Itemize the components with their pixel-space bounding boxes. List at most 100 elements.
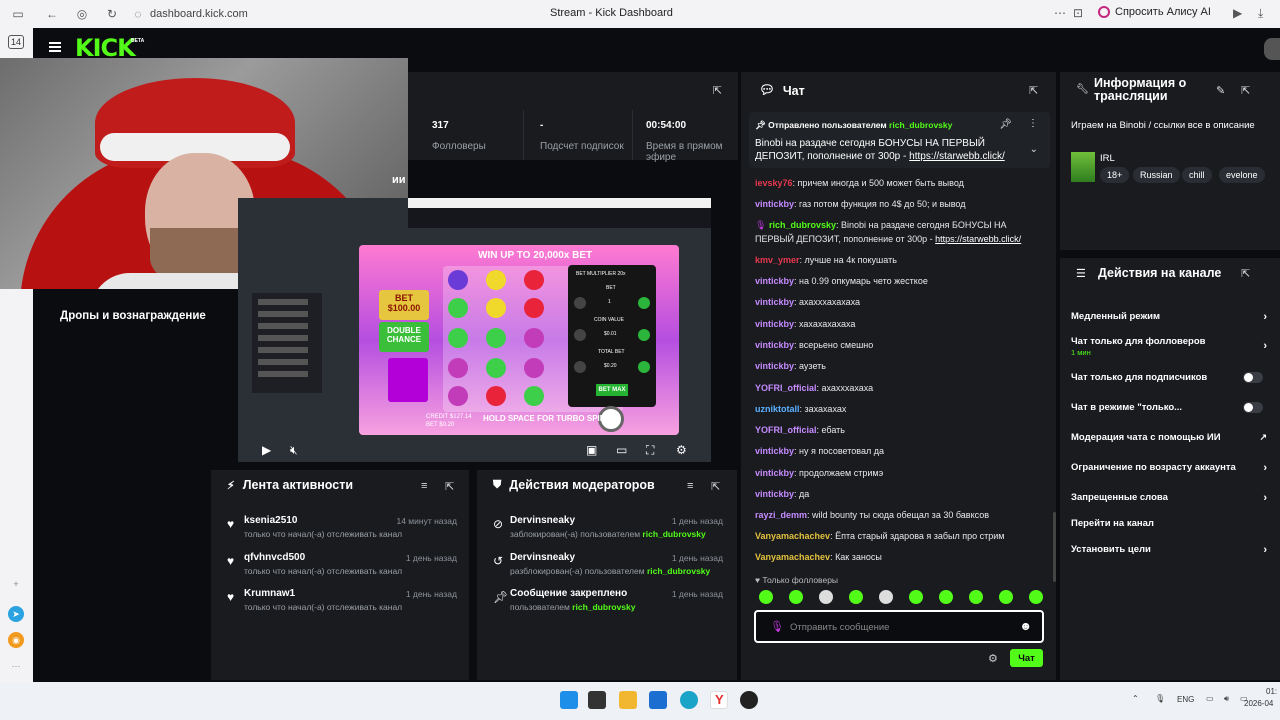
tray-chevron-icon[interactable]: ⌃ [1132, 694, 1139, 703]
emote-icon[interactable] [759, 590, 773, 604]
tag[interactable]: Russian [1133, 167, 1180, 183]
category-thumbnail[interactable] [1071, 152, 1095, 182]
clock-time[interactable]: 01: [1266, 687, 1277, 696]
language-indicator[interactable]: ENG [1177, 695, 1194, 704]
drops-label[interactable]: Дропы и вознаграждение [60, 310, 206, 322]
chat-username[interactable]: vintickby [755, 199, 794, 209]
chat-username[interactable]: vintickby [755, 297, 794, 307]
chat-username[interactable]: vintickby [755, 489, 794, 499]
chat-username[interactable]: YOFRI_official [755, 425, 817, 435]
clock-date[interactable]: 2026-04 [1244, 699, 1273, 708]
more-icon[interactable]: ⋮ [1028, 118, 1038, 129]
emote-icon[interactable] [909, 590, 923, 604]
emoji-icon[interactable]: ☻ [1019, 619, 1032, 633]
emote-icon[interactable] [1029, 590, 1043, 604]
stream-preview[interactable]: WIN UP TO 20,000x BET BET $100.00 DOUBLE… [238, 198, 711, 462]
emote-icon[interactable] [789, 590, 803, 604]
expand-icon[interactable]: ⇱ [1029, 84, 1038, 97]
emote-icon[interactable] [939, 590, 953, 604]
emote-icon[interactable] [879, 590, 893, 604]
chat-username[interactable]: vintickby [755, 446, 794, 456]
theater-icon[interactable]: ▭ [616, 443, 627, 457]
chat-username[interactable]: ievsky76 [755, 178, 793, 188]
chat-username[interactable]: uzniktotall [755, 404, 800, 414]
volume-icon[interactable]: 🔊︎ [1224, 694, 1229, 704]
chat-username[interactable]: rayzi_demm [755, 510, 807, 520]
subs-only-toggle[interactable] [1243, 372, 1263, 383]
avatar[interactable] [1264, 38, 1280, 60]
start-icon[interactable] [560, 691, 578, 709]
slow-mode-item[interactable]: Медленный режим › [1071, 311, 1267, 323]
menu-icon[interactable] [49, 42, 61, 52]
unpin-icon[interactable]: 📌︎ [999, 119, 1012, 130]
edge-icon[interactable] [680, 691, 698, 709]
bookmark-icon[interactable]: ⊡ [1073, 6, 1083, 20]
mod-target-name[interactable]: Dervinsneaky [510, 515, 575, 526]
expand-icon[interactable]: ⇱ [445, 480, 454, 493]
telegram-icon[interactable]: ➤ [8, 606, 24, 622]
expand-icon[interactable]: ⇱ [711, 480, 720, 493]
back-icon[interactable]: ← [44, 7, 60, 21]
gear-icon[interactable]: ⚙ [676, 443, 687, 457]
chat-username[interactable]: Vanyamachachev [755, 552, 830, 562]
chat-scrollbar[interactable] [1053, 512, 1056, 582]
tabs-icon[interactable]: ▭ [10, 7, 26, 21]
more-icon[interactable]: ⋯ [1054, 6, 1066, 20]
network-icon[interactable]: ▭ [1206, 694, 1214, 703]
emote-icon[interactable] [849, 590, 863, 604]
fullscreen-icon[interactable]: ⛶ [646, 443, 654, 458]
reload-icon[interactable]: ↻ [104, 7, 120, 21]
moderator-name[interactable]: rich_dubrovsky [642, 529, 705, 539]
chat-username[interactable]: vintickby [755, 340, 794, 350]
tag[interactable]: evelone [1219, 167, 1265, 183]
download-icon[interactable]: ⤓ [1258, 6, 1263, 21]
ask-alice-button[interactable]: Спросить Алису AI [1098, 6, 1211, 18]
account-age-item[interactable]: Ограничение по возрасту аккаунта › [1071, 462, 1267, 474]
mic-icon[interactable]: 🎙︎ [1155, 694, 1165, 703]
play-icon[interactable]: ▶ [262, 443, 271, 457]
pip-icon[interactable]: ▣ [586, 443, 597, 457]
follower-name[interactable]: ksenia2510 [244, 515, 297, 526]
chat-username[interactable]: vintickby [755, 361, 794, 371]
set-goals-item[interactable]: Установить цели › [1071, 544, 1267, 556]
chat-username[interactable]: vintickby [755, 319, 794, 329]
yandex-browser-icon[interactable]: Y [710, 691, 728, 709]
tag[interactable]: 18+ [1100, 167, 1130, 183]
emote-icon[interactable] [819, 590, 833, 604]
app-icon[interactable] [740, 691, 758, 709]
emote-only-toggle[interactable] [1243, 402, 1263, 413]
tab-count-badge[interactable]: 14 [8, 35, 24, 49]
mod-target-name[interactable]: Dervinsneaky [510, 552, 575, 563]
chat-username[interactable]: Vanyamachachev [755, 531, 830, 541]
edit-icon[interactable]: ✎ [1216, 84, 1225, 97]
expand-icon[interactable]: ⇱ [713, 84, 722, 97]
address-bar[interactable]: dashboard.kick.com [150, 8, 480, 20]
expand-icon[interactable]: ⇱ [1241, 84, 1250, 97]
pinned-user[interactable]: rich_dubrovsky [889, 120, 952, 130]
gear-icon[interactable]: ⚙ [988, 652, 998, 665]
folder-icon[interactable] [619, 691, 637, 709]
add-icon[interactable]: + [8, 576, 24, 592]
store-icon[interactable] [649, 691, 667, 709]
category-name[interactable]: IRL [1100, 153, 1115, 164]
chevron-down-icon[interactable]: ⌄ [1030, 144, 1038, 155]
chat-username[interactable]: kmv_ymer [755, 255, 800, 265]
expand-icon[interactable]: ⇱ [1241, 267, 1250, 280]
follower-name[interactable]: qfvhnvcd500 [244, 552, 305, 563]
chat-username[interactable]: rich_dubrovsky [769, 220, 836, 230]
chat-username[interactable]: vintickby [755, 468, 794, 478]
chat-username[interactable]: YOFRI_official [755, 383, 817, 393]
moderator-name[interactable]: rich_dubrovsky [572, 602, 635, 612]
followers-only-item[interactable]: Чат только для фолловеров 1 мин › [1071, 336, 1267, 357]
chat-username[interactable]: vintickby [755, 276, 794, 286]
go-to-channel-item[interactable]: Перейти на канал [1071, 518, 1267, 529]
pinned-link[interactable]: https://starwebb.click/ [909, 151, 1005, 162]
emote-icon[interactable] [969, 590, 983, 604]
filter-icon[interactable]: ≡ [687, 480, 693, 492]
media-icon[interactable]: ▶ [1233, 6, 1242, 20]
mute-icon[interactable]: 🔇︎ [290, 443, 298, 458]
site-info-icon[interactable]: ◌ [130, 7, 146, 21]
emote-icon[interactable] [999, 590, 1013, 604]
moderator-name[interactable]: rich_dubrovsky [647, 566, 710, 576]
ai-moderation-item[interactable]: Модерация чата с помощью ИИ ↗ [1071, 432, 1267, 443]
